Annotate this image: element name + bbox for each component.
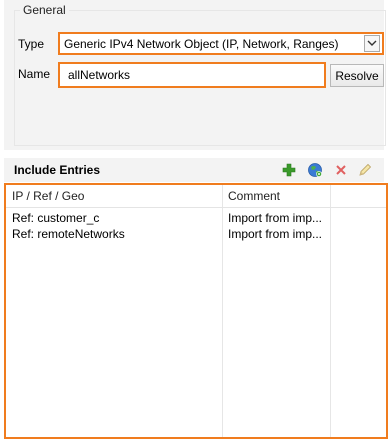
- include-entries-title: Include Entries: [14, 163, 101, 177]
- include-entries-table[interactable]: IP / Ref / Geo Comment Ref: customer_c I…: [4, 183, 388, 439]
- close-icon[interactable]: [332, 161, 350, 179]
- include-entries-header: Include Entries: [4, 158, 384, 182]
- type-select[interactable]: Generic IPv4 Network Object (IP, Network…: [58, 32, 384, 55]
- pencil-icon[interactable]: [356, 161, 374, 179]
- plus-icon[interactable]: [280, 161, 298, 179]
- name-input[interactable]: allNetworks: [58, 62, 326, 88]
- type-select-value: Generic IPv4 Network Object (IP, Network…: [64, 36, 339, 51]
- general-legend: General: [20, 3, 69, 17]
- type-label: Type: [18, 37, 45, 51]
- row-comment: Import from imp...: [228, 227, 323, 241]
- globe-icon[interactable]: [306, 161, 324, 179]
- column-header-comment[interactable]: Comment: [228, 185, 330, 208]
- row-ref: Ref: remoteNetworks: [12, 227, 125, 241]
- row-ref: Ref: customer_c: [12, 211, 100, 225]
- column-header-ip[interactable]: IP / Ref / Geo: [12, 185, 222, 208]
- chevron-down-icon[interactable]: [364, 35, 380, 52]
- row-comment: Import from imp...: [228, 211, 323, 225]
- table-row[interactable]: Ref: remoteNetworks Import from imp...: [6, 226, 386, 242]
- name-label: Name: [18, 67, 51, 81]
- resolve-button[interactable]: Resolve: [330, 64, 384, 87]
- header-divider: [6, 207, 386, 208]
- table-row[interactable]: Ref: customer_c Import from imp...: [6, 210, 386, 226]
